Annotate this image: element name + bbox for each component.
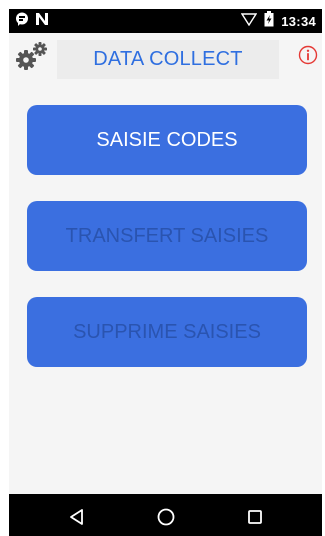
supprime-saisies-button[interactable]: SUPPRIME SAISIES <box>27 297 307 367</box>
transfert-saisies-button[interactable]: TRANSFERT SAISIES <box>27 201 307 271</box>
info-icon[interactable] <box>298 45 318 65</box>
status-time: 13:34 <box>281 13 316 29</box>
home-icon[interactable] <box>154 505 178 529</box>
battery-icon <box>264 10 274 32</box>
back-icon[interactable] <box>65 505 89 529</box>
navigation-bar <box>9 494 322 536</box>
status-bar: 13:34 <box>9 9 322 33</box>
app-title: DATA COLLECT <box>57 40 279 79</box>
app-header: DATA COLLECT <box>9 33 322 81</box>
status-bar-left <box>15 12 49 30</box>
saisie-codes-button[interactable]: SAISIE CODES <box>27 105 307 175</box>
recents-icon[interactable] <box>243 505 267 529</box>
wifi-icon <box>240 12 258 31</box>
app-screen: 13:34 DATA COLLECT SAISIE CODES TRANSFER… <box>9 9 322 536</box>
status-bar-right: 13:34 <box>240 10 316 32</box>
notification-chat-icon <box>15 12 29 31</box>
n-letter-icon <box>35 12 49 31</box>
gear-icon[interactable] <box>15 41 49 71</box>
